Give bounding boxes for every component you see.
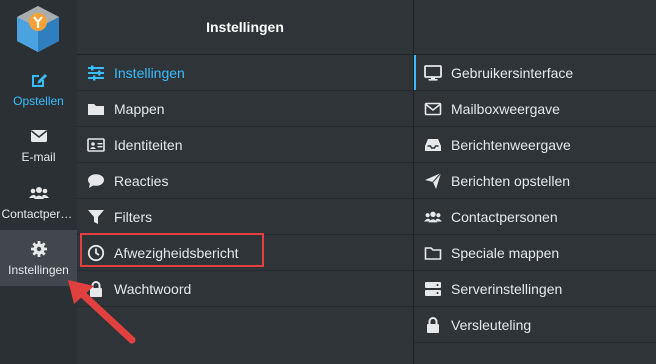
settings-item-folders[interactable]: Mappen — [77, 91, 413, 127]
id-card-icon — [87, 137, 105, 152]
section-item-mailbox-view[interactable]: Mailboxweergave — [414, 91, 656, 127]
rail-item-label: E-mail — [21, 149, 56, 164]
section-item-label: Speciale mappen — [451, 244, 560, 261]
settings-item-vacation[interactable]: Afwezigheidsbericht — [77, 235, 413, 271]
nav-rail: Opstellen E-mail Contactpersonen — [0, 0, 78, 364]
contacts-icon — [424, 211, 442, 222]
sliders-icon — [88, 65, 104, 80]
section-item-message-view[interactable]: Berichtenweergave — [414, 127, 656, 163]
section-item-user-interface[interactable]: Gebruikersinterface — [414, 55, 656, 91]
clock-icon — [87, 244, 105, 261]
filter-icon — [88, 209, 104, 224]
monitor-icon — [424, 64, 442, 81]
section-item-contacts[interactable]: Contactpersonen — [414, 199, 656, 235]
rail-item-email[interactable]: E-mail — [0, 117, 77, 173]
folder-icon — [88, 103, 104, 115]
rail-item-settings[interactable]: Instellingen — [0, 230, 77, 286]
settings-item-label: Filters — [114, 208, 153, 225]
speech-bubble-icon — [88, 173, 104, 188]
settings-item-responses[interactable]: Reacties — [77, 163, 413, 199]
rail-item-contacts[interactable]: Contactpersonen — [0, 174, 77, 230]
section-item-label: Gebruikersinterface — [451, 64, 574, 81]
lock-icon — [90, 280, 102, 297]
settings-column: Instellingen Instellingen Mappen Identit… — [77, 0, 414, 364]
rail-item-compose[interactable]: Opstellen — [0, 61, 77, 117]
section-item-label: Serverinstellingen — [451, 280, 563, 297]
gear-icon — [30, 240, 47, 257]
compose-icon — [31, 73, 47, 87]
settings-item-label: Identiteiten — [114, 136, 183, 153]
section-item-label: Mailboxweergave — [451, 100, 560, 117]
paper-plane-icon — [425, 172, 442, 189]
settings-item-password[interactable]: Wachtwoord — [77, 271, 413, 307]
rail-item-label: Opstellen — [13, 93, 64, 108]
section-item-label: Contactpersonen — [451, 208, 558, 225]
settings-item-label: Mappen — [114, 100, 165, 117]
section-item-label: Berichten opstellen — [451, 172, 571, 189]
section-item-composing[interactable]: Berichten opstellen — [414, 163, 656, 199]
section-item-encryption[interactable]: Versleuteling — [414, 307, 656, 343]
lock-icon — [427, 316, 439, 333]
section-item-server-settings[interactable]: Serverinstellingen — [414, 271, 656, 307]
inbox-tray-icon — [425, 138, 441, 151]
settings-header: Instellingen — [77, 0, 413, 55]
sections-header — [414, 0, 656, 55]
settings-item-label: Wachtwoord — [114, 280, 192, 297]
settings-item-filters[interactable]: Filters — [77, 199, 413, 235]
envelope-outline-icon — [424, 102, 442, 115]
settings-item-label: Reacties — [114, 172, 169, 189]
contacts-icon — [28, 186, 49, 199]
section-item-special-folders[interactable]: Speciale mappen — [414, 235, 656, 271]
rail-item-label: Instellingen — [8, 262, 69, 277]
folder-outline-icon — [424, 246, 442, 260]
section-item-label: Berichtenweergave — [451, 136, 571, 153]
section-item-label: Versleuteling — [451, 316, 532, 333]
server-icon — [425, 281, 441, 296]
envelope-icon — [30, 129, 47, 142]
settings-item-preferences[interactable]: Instellingen — [77, 55, 413, 91]
rail-item-label: Contactpersonen — [1, 206, 76, 221]
app-logo — [17, 6, 59, 52]
sections-column: Gebruikersinterface Mailboxweergave Beri… — [414, 0, 656, 364]
settings-item-label: Instellingen — [114, 64, 185, 81]
settings-item-identities[interactable]: Identiteiten — [77, 127, 413, 163]
settings-item-label: Afwezigheidsbericht — [114, 244, 239, 261]
